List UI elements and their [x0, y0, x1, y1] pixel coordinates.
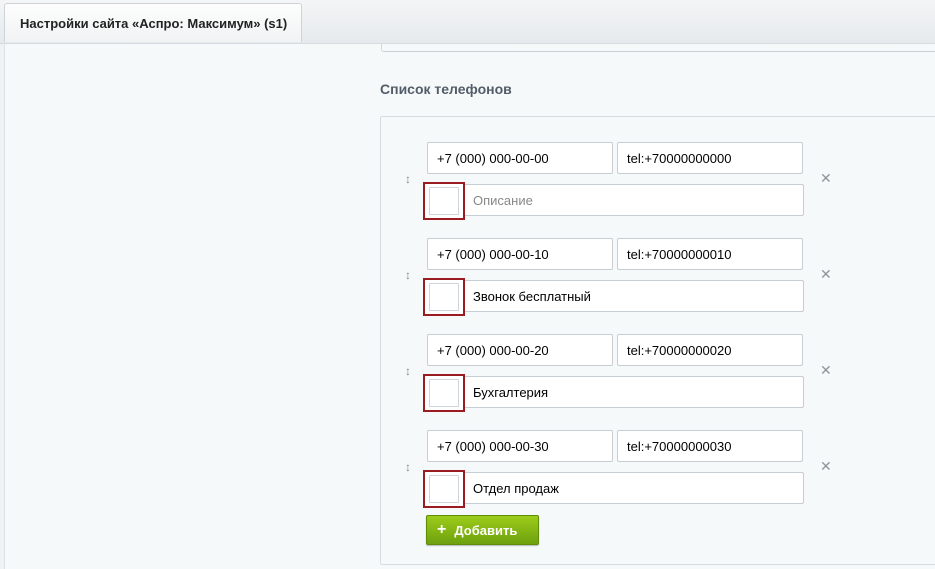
- drag-handle-icon[interactable]: ↕: [402, 172, 414, 186]
- section-title: Список телефонов: [380, 81, 512, 97]
- icon-selector[interactable]: [423, 278, 465, 316]
- phone-row: ↕ +7 (000) 000-00-30 tel:+70000000030 От…: [381, 430, 935, 510]
- phone-href-input[interactable]: tel:+70000000000: [617, 142, 803, 174]
- remove-icon[interactable]: ✕: [820, 267, 832, 281]
- description-input[interactable]: Описание: [427, 184, 804, 216]
- description-input[interactable]: Отдел продаж: [427, 472, 804, 504]
- remove-icon[interactable]: ✕: [820, 363, 832, 377]
- icon-preview: [429, 475, 459, 503]
- drag-handle-icon[interactable]: ↕: [402, 268, 414, 282]
- main-content: Список телефонов ↕ +7 (000) 000-00-00 te…: [4, 44, 935, 569]
- phone-input[interactable]: +7 (000) 000-00-30: [427, 430, 613, 462]
- drag-handle-icon[interactable]: ↕: [402, 364, 414, 378]
- description-input[interactable]: Звонок бесплатный: [427, 280, 804, 312]
- add-phone-button[interactable]: + Добавить: [426, 515, 539, 545]
- previous-section-edge: [381, 44, 935, 52]
- phone-input[interactable]: +7 (000) 000-00-00: [427, 142, 613, 174]
- plus-icon: +: [437, 521, 447, 538]
- phone-input[interactable]: +7 (000) 000-00-20: [427, 334, 613, 366]
- remove-icon[interactable]: ✕: [820, 171, 832, 185]
- icon-preview: [429, 187, 459, 215]
- phone-input[interactable]: +7 (000) 000-00-10: [427, 238, 613, 270]
- phone-href-input[interactable]: tel:+70000000020: [617, 334, 803, 366]
- tab-label: Настройки сайта «Аспро: Максимум» (s1): [20, 15, 288, 31]
- phone-href-input[interactable]: tel:+70000000030: [617, 430, 803, 462]
- icon-selector[interactable]: [423, 182, 465, 220]
- drag-handle-icon[interactable]: ↕: [402, 460, 414, 474]
- phone-row: ↕ +7 (000) 000-00-20 tel:+70000000020 Бу…: [381, 334, 935, 414]
- phone-row: ↕ +7 (000) 000-00-00 tel:+70000000000 Оп…: [381, 142, 935, 222]
- phone-href-input[interactable]: tel:+70000000010: [617, 238, 803, 270]
- add-button-label: Добавить: [454, 522, 518, 538]
- description-input[interactable]: Бухгалтерия: [427, 376, 804, 408]
- tab-bar: Настройки сайта «Аспро: Максимум» (s1): [0, 0, 935, 44]
- icon-preview: [429, 379, 459, 407]
- icon-preview: [429, 283, 459, 311]
- icon-selector[interactable]: [423, 374, 465, 412]
- icon-selector[interactable]: [423, 470, 465, 508]
- remove-icon[interactable]: ✕: [820, 459, 832, 473]
- tab-site-settings[interactable]: Настройки сайта «Аспро: Максимум» (s1): [4, 3, 302, 42]
- phone-list-panel: ↕ +7 (000) 000-00-00 tel:+70000000000 Оп…: [380, 116, 935, 565]
- phone-row: ↕ +7 (000) 000-00-10 tel:+70000000010 Зв…: [381, 238, 935, 318]
